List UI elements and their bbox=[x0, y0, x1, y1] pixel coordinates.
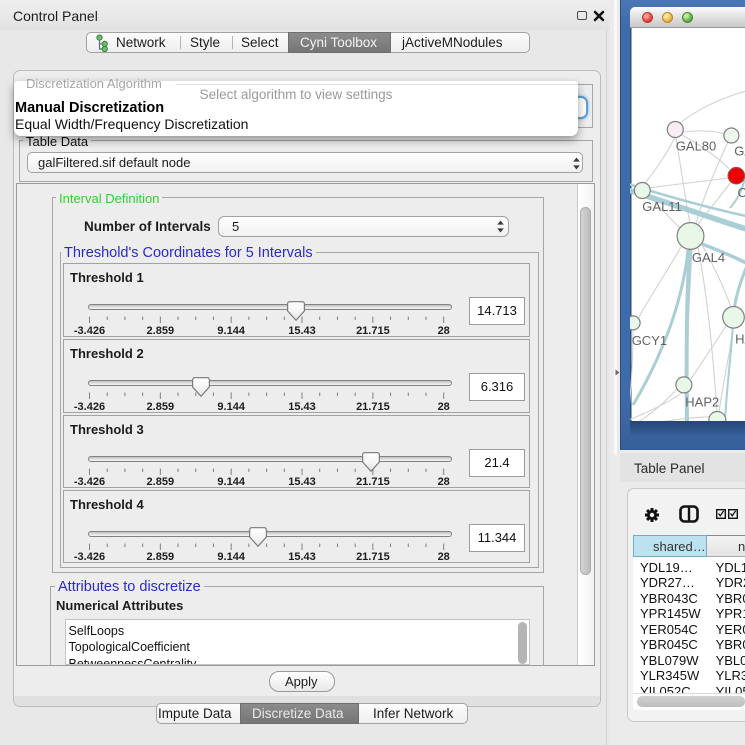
svg-text:HAP: HAP bbox=[735, 332, 745, 347]
svg-text:CDC: CDC bbox=[738, 185, 745, 200]
svg-text:GAL7: GAL7 bbox=[734, 144, 745, 159]
svg-text:HAP2: HAP2 bbox=[685, 395, 719, 410]
svg-text:GCY1: GCY1 bbox=[632, 333, 667, 348]
svg-text:GAL11: GAL11 bbox=[642, 199, 682, 214]
svg-text:GAL80: GAL80 bbox=[676, 139, 716, 154]
svg-text:GAL4: GAL4 bbox=[692, 250, 725, 265]
